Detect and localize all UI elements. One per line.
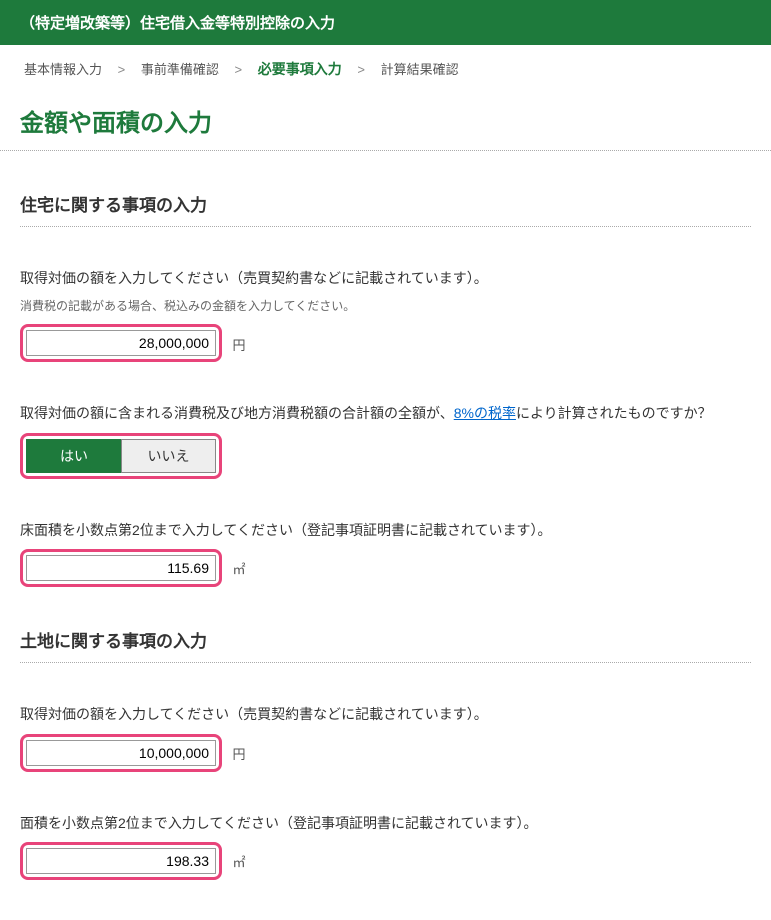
breadcrumb-step-2: 必要事項入力 (258, 61, 342, 77)
tax-rate-link[interactable]: 8%の税率 (454, 405, 516, 421)
chevron-right-icon: > (235, 62, 243, 77)
input-highlight: はい いいえ (20, 433, 222, 479)
land-price-suffix: 円 (232, 747, 245, 762)
land-area-input[interactable] (26, 848, 216, 874)
field-land-price: 取得対価の額を入力してください（売買契約書などに記載されています）。 円 (20, 703, 751, 771)
tax-yes-button[interactable]: はい (26, 439, 121, 473)
land-price-input[interactable] (26, 740, 216, 766)
field-house-price: 取得対価の額を入力してください（売買契約書などに記載されています）。 消費税の記… (20, 267, 751, 362)
house-floor-area-suffix: ㎡ (232, 562, 245, 577)
field-house-floor-area: 床面積を小数点第2位まで入力してください（登記事項証明書に記載されています）。 … (20, 519, 751, 587)
house-floor-area-label: 床面積を小数点第2位まで入力してください（登記事項証明書に記載されています）。 (20, 519, 751, 541)
house-price-suffix: 円 (232, 338, 245, 353)
chevron-right-icon: > (357, 62, 365, 77)
input-highlight (20, 734, 222, 772)
page-title: 金額や面積の入力 (0, 93, 771, 151)
section-heading-house: 住宅に関する事項の入力 (20, 191, 751, 227)
input-highlight (20, 549, 222, 587)
house-price-input[interactable] (26, 330, 216, 356)
breadcrumb-step-3: 計算結果確認 (381, 62, 459, 77)
breadcrumb-step-0: 基本情報入力 (24, 62, 102, 77)
input-highlight (20, 842, 222, 880)
house-price-label: 取得対価の額を入力してください（売買契約書などに記載されています）。 (20, 267, 751, 289)
content: 住宅に関する事項の入力 取得対価の額を入力してください（売買契約書などに記載され… (0, 191, 771, 880)
house-price-note: 消費税の記載がある場合、税込みの金額を入力してください。 (20, 297, 751, 314)
header-bar: （特定増改築等）住宅借入金等特別控除の入力 (0, 0, 771, 45)
chevron-right-icon: > (118, 62, 126, 77)
tax-no-button[interactable]: いいえ (121, 439, 216, 473)
land-area-suffix: ㎡ (232, 855, 245, 870)
breadcrumb: 基本情報入力 > 事前準備確認 > 必要事項入力 > 計算結果確認 (0, 45, 771, 93)
land-area-label: 面積を小数点第2位まで入力してください（登記事項証明書に記載されています）。 (20, 812, 751, 834)
field-land-area: 面積を小数点第2位まで入力してください（登記事項証明書に記載されています）。 ㎡ (20, 812, 751, 880)
land-price-label: 取得対価の額を入力してください（売買契約書などに記載されています）。 (20, 703, 751, 725)
field-tax-question: 取得対価の額に含まれる消費税及び地方消費税額の合計額の全額が、8%の税率により計… (20, 402, 751, 478)
header-title: （特定増改築等）住宅借入金等特別控除の入力 (20, 15, 335, 32)
tax-question-label: 取得対価の額に含まれる消費税及び地方消費税額の合計額の全額が、8%の税率により計… (20, 402, 751, 424)
section-heading-land: 土地に関する事項の入力 (20, 627, 751, 663)
input-highlight (20, 324, 222, 362)
breadcrumb-step-1: 事前準備確認 (141, 62, 219, 77)
house-floor-area-input[interactable] (26, 555, 216, 581)
